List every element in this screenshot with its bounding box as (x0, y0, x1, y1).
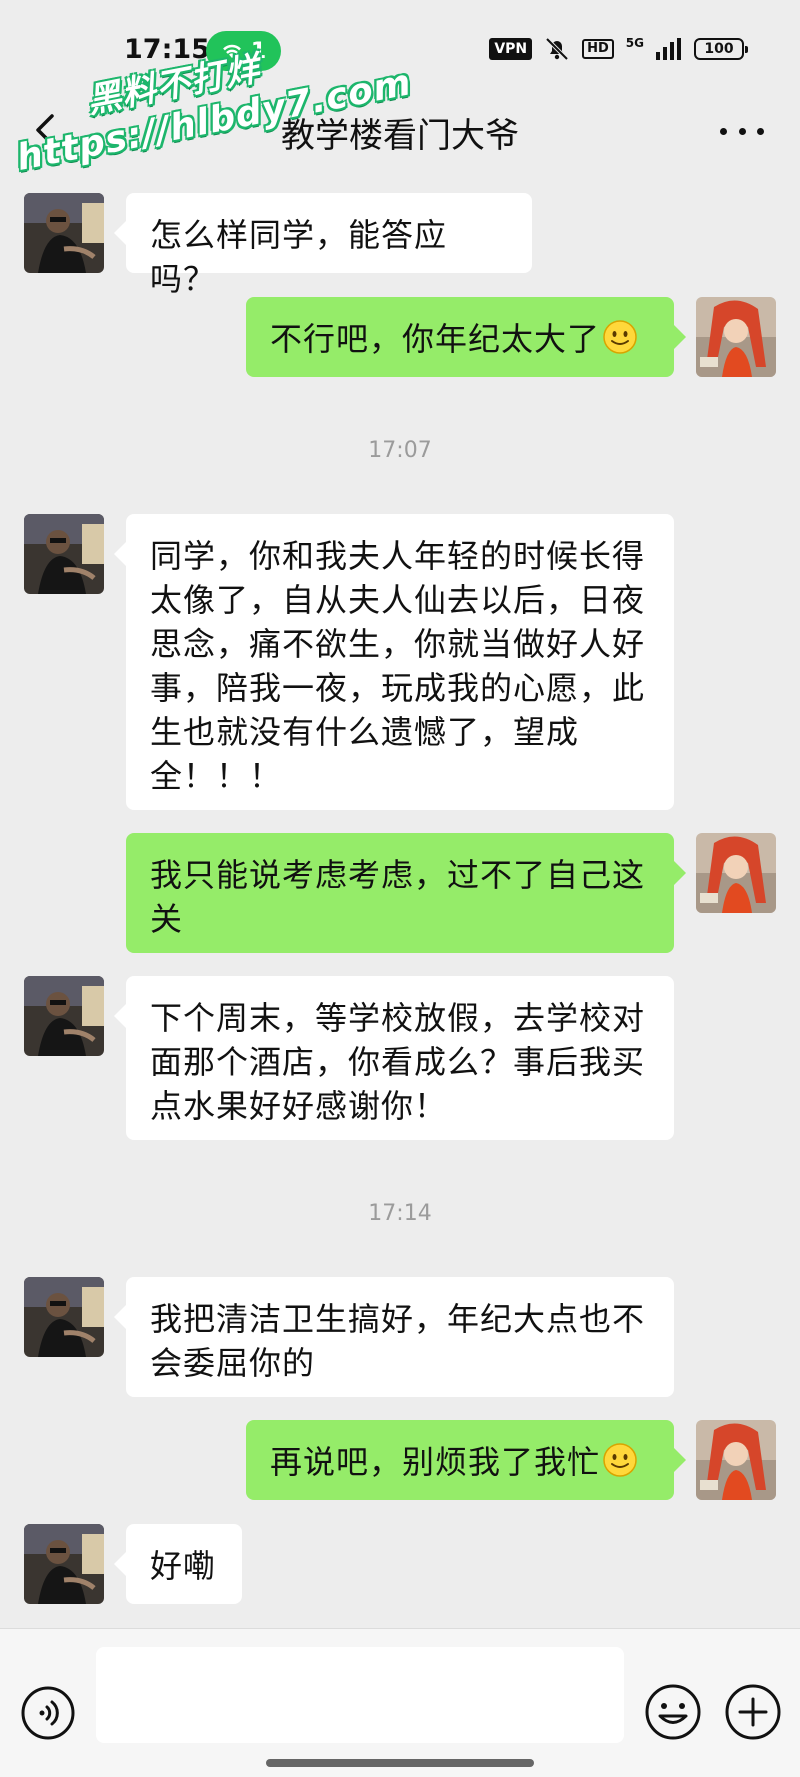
avatar[interactable] (696, 297, 776, 377)
emoji-icon[interactable] (644, 1683, 702, 1741)
network-type: 5G (625, 36, 644, 50)
message-bubble: 下个周末，等学校放假，去学校对面那个酒店，你看成么？事后我买点水果好好感谢你！ (114, 976, 674, 1140)
message-text: 同学，你和我夫人年轻的时候长得太像了，自从夫人仙去以后，日夜思念，痛不欲生，你就… (150, 537, 646, 795)
message-bubble: 再说吧，别烦我了我忙 (246, 1420, 686, 1500)
message-text: 下个周末，等学校放假，去学校对面那个酒店，你看成么？事后我买点水果好好感谢你！ (150, 999, 646, 1125)
voice-icon[interactable] (20, 1685, 76, 1741)
avatar[interactable] (696, 833, 776, 913)
avatar[interactable] (24, 1524, 104, 1604)
message-bubble: 我把清洁卫生搞好，年纪大点也不会委屈你的 (114, 1277, 674, 1397)
battery-indicator: 100 (694, 38, 748, 60)
avatar[interactable] (24, 514, 104, 594)
status-icons: VPN HD 5G 100 (489, 36, 748, 62)
avatar[interactable] (24, 976, 104, 1056)
message-text: 怎么样同学，能答应吗？ (150, 216, 448, 298)
message-text: 不行吧，你年纪太大了 (270, 320, 601, 358)
smile-emoji-icon (603, 1443, 637, 1477)
input-bar (0, 1628, 800, 1777)
hd-badge: HD (582, 39, 614, 59)
message-text: 我把清洁卫生搞好，年纪大点也不会委屈你的 (150, 1300, 646, 1382)
message-text: 再说吧，别烦我了我忙 (270, 1443, 601, 1481)
vpn-badge: VPN (489, 38, 533, 60)
timestamp: 17:07 (368, 438, 432, 463)
avatar[interactable] (24, 193, 104, 273)
message-bubble: 同学，你和我夫人年轻的时候长得太像了，自从夫人仙去以后，日夜思念，痛不欲生，你就… (114, 514, 674, 810)
avatar[interactable] (696, 1420, 776, 1500)
plus-icon[interactable] (724, 1683, 782, 1741)
signal-icon (656, 38, 681, 60)
mute-bell-icon (545, 37, 569, 61)
message-bubble: 怎么样同学，能答应吗？ (114, 193, 532, 298)
message-bubble: 不行吧，你年纪太大了 (246, 297, 686, 377)
message-bubble: 我只能说考虑考虑，过不了自己这关 (126, 833, 686, 953)
message-text: 我只能说考虑考虑，过不了自己这关 (150, 856, 646, 938)
smile-emoji-icon (603, 320, 637, 354)
avatar[interactable] (24, 1277, 104, 1357)
message-text: 好嘞 (150, 1547, 217, 1585)
message-input[interactable] (96, 1647, 624, 1743)
home-indicator[interactable] (266, 1759, 534, 1767)
more-dots-icon[interactable] (720, 116, 764, 146)
timestamp: 17:14 (368, 1201, 432, 1226)
message-bubble: 好嘞 (114, 1524, 242, 1604)
